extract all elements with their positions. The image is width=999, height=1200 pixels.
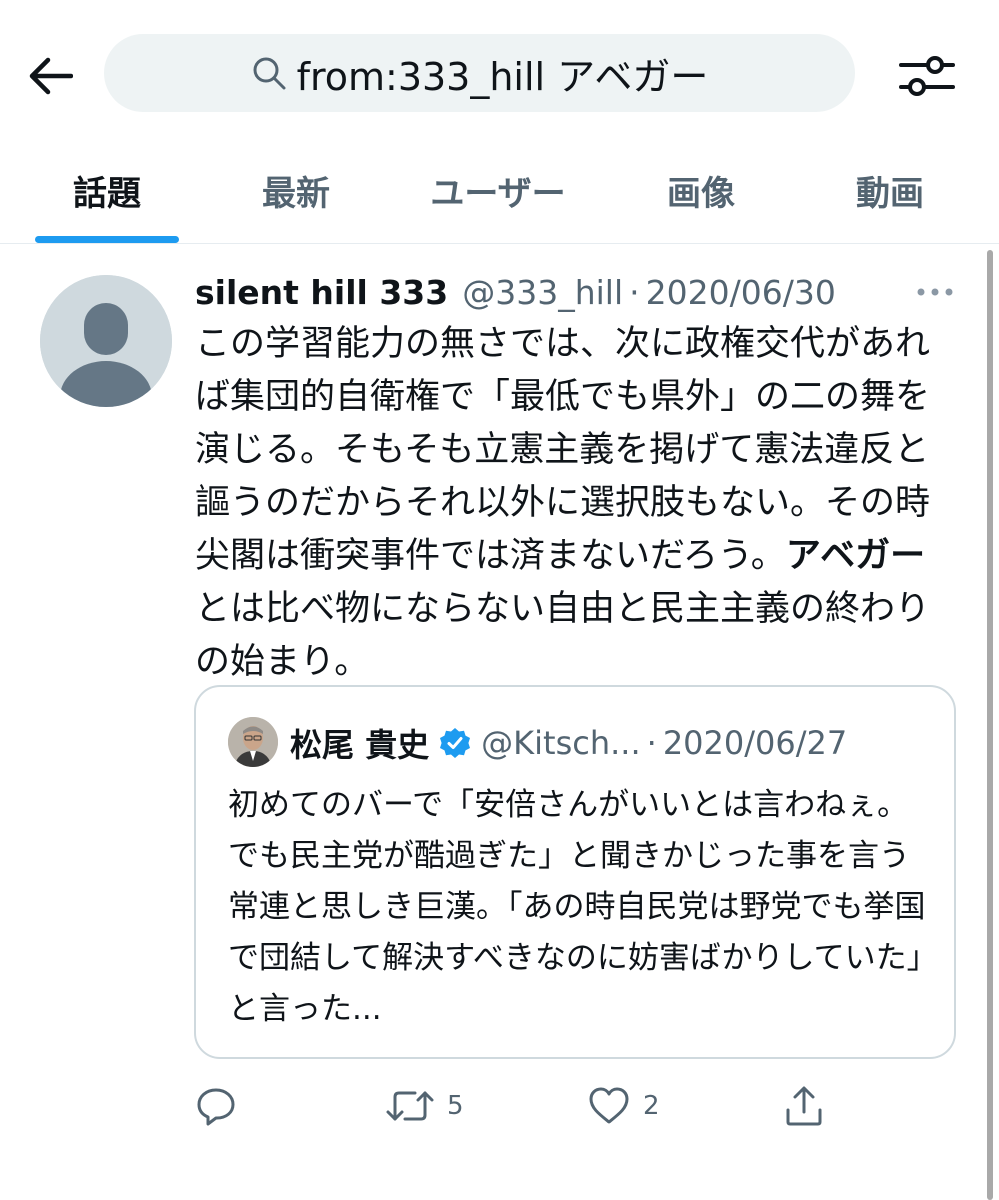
quoted-tweet-date: 2020/06/27: [662, 724, 848, 762]
retweet-button[interactable]: 5: [385, 1080, 464, 1132]
search-filter-button[interactable]: [894, 48, 960, 104]
reply-button[interactable]: [195, 1080, 237, 1132]
retweet-icon: [386, 1091, 434, 1121]
quoted-author-name[interactable]: 松尾 貴史: [290, 720, 429, 766]
arrow-left-icon: [29, 57, 73, 95]
search-tabs: 話題 最新 ユーザー 画像 動画: [0, 150, 999, 244]
person-photo-icon: [228, 717, 278, 767]
quoted-author-handle[interactable]: @Kitsch...: [481, 724, 640, 762]
tweet-date[interactable]: 2020/06/30: [646, 273, 836, 312]
more-horizontal-icon: [917, 288, 953, 296]
search-input[interactable]: from:333_hill アベガー: [104, 34, 855, 112]
tweet-actions: 5 2: [195, 1080, 955, 1132]
verified-badge-icon: [440, 728, 471, 758]
search-highlight: アベガー: [785, 536, 926, 576]
share-icon: [786, 1086, 822, 1126]
tabs-divider: [0, 243, 999, 244]
quoted-tweet-text: 初めてのバーで「安倍さんがいいとは言わねぇ。でも民主党が酷過ぎた」と聞きかじった…: [228, 787, 926, 1027]
tweet-header: silent hill 333 @333_hill · 2020/06/30: [195, 266, 836, 318]
tab-videos[interactable]: 動画: [820, 150, 960, 230]
author-handle[interactable]: @333_hill: [462, 273, 623, 312]
tweet-text-part: とは比べ物にならない自由と民主主義の終わりの始まり。: [195, 589, 931, 682]
author-name[interactable]: silent hill 333: [195, 273, 448, 312]
retweet-count: 5: [447, 1091, 464, 1121]
search-icon: [253, 57, 286, 90]
active-tab-indicator: [35, 236, 179, 243]
sliders-icon: [899, 56, 955, 96]
heart-icon: [589, 1087, 629, 1124]
like-count: 2: [643, 1091, 660, 1121]
more-options-button[interactable]: [912, 270, 958, 314]
separator-dot: ·: [629, 272, 640, 312]
tab-latest[interactable]: 最新: [226, 150, 366, 230]
default-avatar-icon: [40, 275, 172, 407]
tab-top[interactable]: 話題: [35, 150, 179, 230]
share-button[interactable]: [783, 1080, 825, 1132]
separator-dot: ·: [646, 724, 657, 762]
scrollbar[interactable]: [987, 250, 993, 1200]
avatar[interactable]: [40, 275, 172, 407]
like-button[interactable]: 2: [587, 1080, 660, 1132]
tab-images[interactable]: 画像: [630, 150, 772, 230]
tweet-text: この学習能力の無さでは、次に政権交代があれば集団的自衛権で「最低でも県外」の二の…: [195, 318, 955, 689]
reply-icon: [197, 1088, 235, 1126]
tab-users[interactable]: ユーザー: [408, 150, 588, 230]
search-query[interactable]: from:333_hill アベガー: [297, 46, 709, 101]
quoted-author-avatar[interactable]: [228, 717, 278, 767]
back-button[interactable]: [22, 48, 78, 104]
quoted-tweet-header: 松尾 貴史 @Kitsch... · 2020/06/27: [290, 716, 847, 770]
